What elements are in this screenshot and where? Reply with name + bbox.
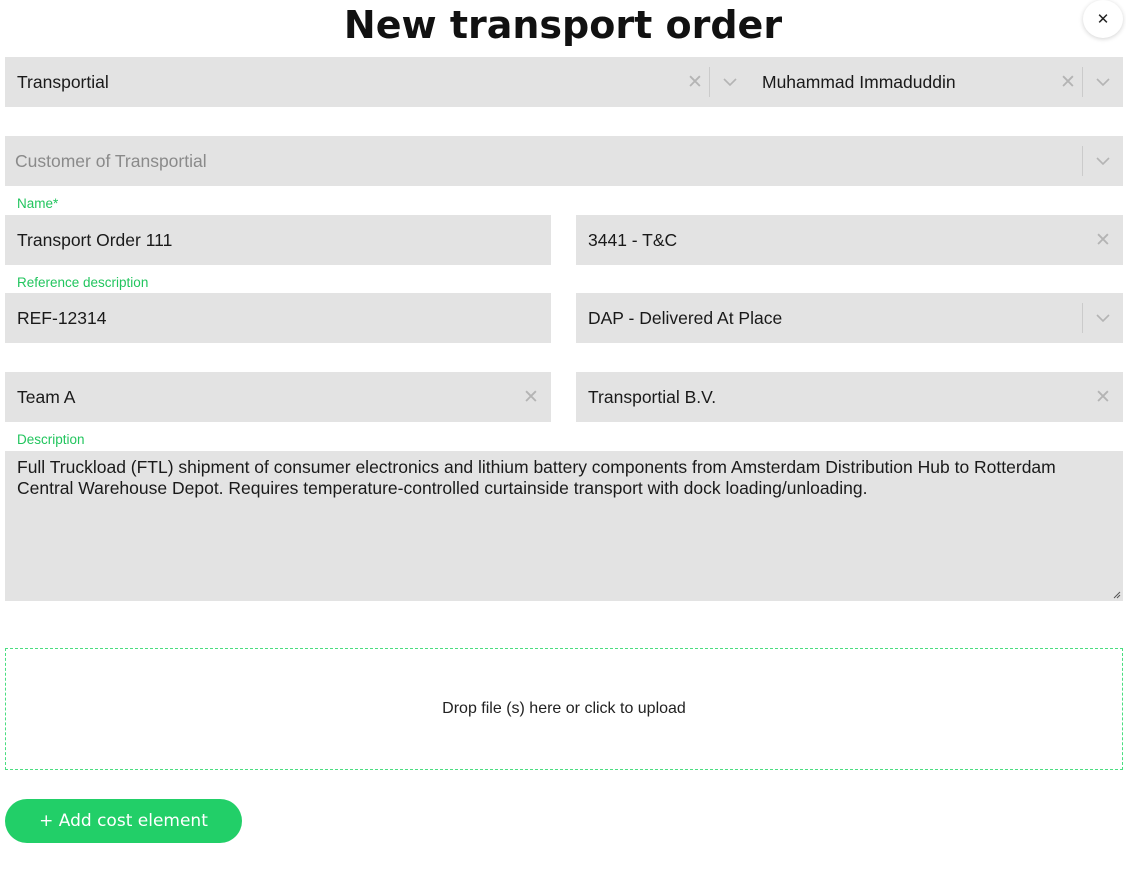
terms-select[interactable]: 3441 - T&C ✕ bbox=[576, 215, 1123, 265]
name-field[interactable]: Transport Order 111 bbox=[5, 215, 551, 265]
clear-icon[interactable]: ✕ bbox=[1089, 229, 1117, 252]
close-icon: ✕ bbox=[1096, 11, 1110, 28]
add-cost-element-button[interactable]: + Add cost element bbox=[5, 799, 242, 843]
name-label: Name* bbox=[17, 196, 59, 211]
carrier-select-value: Transportial B.V. bbox=[588, 386, 717, 407]
incoterm-select-value: DAP - Delivered At Place bbox=[588, 307, 783, 328]
contact-select[interactable]: Muhammad Immaduddin ✕ bbox=[750, 57, 1123, 107]
description-textarea[interactable]: Full Truckload (FTL) shipment of consume… bbox=[5, 451, 1123, 601]
chevron-down-icon[interactable] bbox=[1083, 77, 1123, 87]
clear-icon[interactable]: ✕ bbox=[681, 71, 709, 94]
team-select-value: Team A bbox=[17, 386, 76, 407]
company-select-value: Transportial bbox=[17, 71, 109, 92]
chevron-down-icon[interactable] bbox=[1083, 156, 1123, 166]
close-button[interactable]: ✕ bbox=[1083, 0, 1123, 38]
terms-select-value: 3441 - T&C bbox=[588, 229, 678, 250]
company-select[interactable]: Transportial ✕ bbox=[5, 57, 750, 107]
dropzone-text: Drop file (s) here or click to upload bbox=[442, 700, 686, 717]
clear-icon[interactable]: ✕ bbox=[1054, 71, 1082, 94]
reference-field[interactable]: REF-12314 bbox=[5, 293, 551, 343]
customer-select-placeholder: Customer of Transportial bbox=[15, 150, 207, 171]
reference-field-value: REF-12314 bbox=[17, 307, 107, 328]
reference-label: Reference description bbox=[17, 275, 149, 290]
chevron-down-icon[interactable] bbox=[1083, 313, 1123, 323]
description-text: Full Truckload (FTL) shipment of consume… bbox=[17, 457, 1056, 498]
clear-icon[interactable]: ✕ bbox=[517, 386, 545, 409]
carrier-select[interactable]: Transportial B.V. ✕ bbox=[576, 372, 1123, 422]
chevron-down-icon[interactable] bbox=[710, 77, 750, 87]
team-select[interactable]: Team A ✕ bbox=[5, 372, 551, 422]
resize-handle-icon[interactable] bbox=[1111, 589, 1121, 599]
clear-icon[interactable]: ✕ bbox=[1089, 386, 1117, 409]
description-label: Description bbox=[17, 432, 85, 447]
page-title: New transport order bbox=[343, 3, 783, 47]
incoterm-select[interactable]: DAP - Delivered At Place bbox=[576, 293, 1123, 343]
name-field-value: Transport Order 111 bbox=[17, 229, 173, 250]
contact-select-value: Muhammad Immaduddin bbox=[762, 71, 956, 92]
file-dropzone[interactable]: Drop file (s) here or click to upload bbox=[5, 648, 1123, 770]
customer-select[interactable]: Customer of Transportial bbox=[5, 136, 1123, 186]
